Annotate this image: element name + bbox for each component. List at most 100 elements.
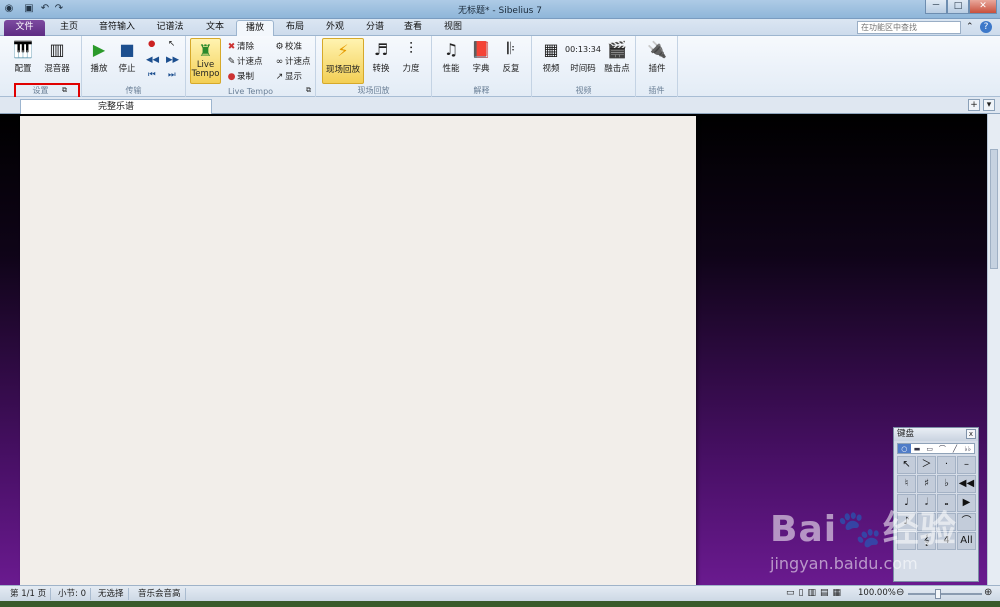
keypad-tab-beams[interactable]: ▭: [923, 444, 936, 453]
view-mode-icons[interactable]: ▭▯▥▤▦: [786, 588, 845, 598]
tab-review[interactable]: 查看: [396, 20, 430, 36]
rewind-start-icon[interactable]: ↖: [168, 39, 175, 49]
keypad-key[interactable]: ＞: [917, 456, 936, 474]
keypad-key[interactable]: ♮: [897, 475, 916, 493]
tab-parts[interactable]: 分谱: [358, 20, 392, 36]
group-video: ▦ 视频 00:13:34 时间码 🎬 融击点 视频: [532, 36, 636, 97]
clear-button[interactable]: ✖ 清除: [226, 40, 254, 52]
score-page[interactable]: [20, 116, 696, 586]
keypad-tabs: ○ ▬ ▭ ⌒ ╱ ♭♭: [897, 443, 975, 454]
clapperboard-icon: 🎬: [607, 39, 627, 59]
record-live-icon: ●: [227, 72, 236, 82]
zoom-level: 100.00%: [858, 588, 896, 598]
keypad-key[interactable]: ♭: [937, 475, 956, 493]
taskbar-strip: [0, 601, 1000, 607]
tab-home[interactable]: 主页: [52, 20, 86, 36]
plug-icon: 🔌: [647, 39, 667, 59]
status-bar-count: 小节: 0: [54, 588, 91, 600]
stop-icon: ■: [119, 39, 135, 59]
stop-button[interactable]: ■ 停止: [110, 38, 144, 75]
tap-point2-button[interactable]: ∞ 计速点: [274, 55, 311, 67]
repeat-button[interactable]: 𝄆 反复: [494, 38, 528, 74]
live-tempo-button[interactable]: ♜ Live Tempo: [190, 38, 221, 84]
live-playback-button[interactable]: ⚡ 现场回放: [322, 38, 364, 84]
minimize-button[interactable]: －: [925, 0, 947, 14]
play-icon: ▶: [92, 39, 106, 59]
zoom-slider-thumb[interactable]: [935, 589, 941, 599]
fast-forward-icon[interactable]: ▶▶: [166, 55, 179, 65]
keypad-key[interactable]: ↖: [897, 456, 916, 474]
transform-icon: ♬: [373, 39, 389, 59]
window-title: 无标题* - Sibelius 7: [458, 6, 542, 16]
keypad-key[interactable]: ♯: [917, 475, 936, 493]
dialog-launcher-icon[interactable]: ⧉: [306, 86, 311, 95]
clear-icon: ✖: [227, 42, 236, 52]
ribbon: 🎹 配置 ▥ 混音器 设置 ⧉ ▶ 播放 ■ 停止 ● ↖ ◀◀ ▶▶ ⏮ ⏭ 传输 ♜…: [0, 36, 1000, 97]
config-button[interactable]: 🎹 配置: [6, 38, 40, 75]
keypad-close-button[interactable]: x: [966, 429, 976, 439]
tab-text[interactable]: 文本: [198, 20, 232, 36]
keypad-key[interactable]: ·: [937, 456, 956, 474]
show-button[interactable]: ↗ 显示: [274, 70, 302, 82]
mixer-button[interactable]: ▥ 混音器: [40, 38, 74, 75]
group-live-playback: ⚡ 现场回放 ♬ 转换 ⫶ 力度 现场回放: [316, 36, 432, 97]
film-icon: ▦: [543, 39, 559, 59]
group-transport: ▶ 播放 ■ 停止 ● ↖ ◀◀ ▶▶ ⏮ ⏭ 传输: [82, 36, 186, 97]
tab-layout[interactable]: 布局: [278, 20, 312, 36]
keypad-tab-accidentals[interactable]: ♭♭: [961, 444, 974, 453]
keypad-title: 键盘: [897, 429, 915, 439]
timecode-button[interactable]: 00:13:34 时间码: [565, 38, 601, 75]
tap-point-button[interactable]: ✎ 计速点: [226, 55, 263, 67]
go-to-end-icon[interactable]: ⏭: [168, 70, 176, 80]
performance-icon: ♫: [443, 39, 459, 59]
link-icon: ∞: [275, 57, 284, 67]
scroll-thumb[interactable]: [990, 149, 998, 269]
dictionary-button[interactable]: 📕 字典: [464, 38, 498, 75]
keypad-key[interactable]: ◀◀: [957, 475, 976, 493]
transform-button[interactable]: ♬ 转换: [364, 38, 398, 75]
zoom-out-icon[interactable]: ⊖: [896, 587, 904, 598]
calibrate-button[interactable]: ⚙校准: [274, 40, 302, 52]
keypad-tab-jazz[interactable]: ╱: [949, 444, 962, 453]
tab-menu-icon[interactable]: ▾: [983, 99, 995, 111]
keypad-tab-notes[interactable]: ▬: [911, 444, 924, 453]
plugins-button[interactable]: 🔌 插件: [640, 38, 674, 75]
close-button[interactable]: ✕: [969, 0, 997, 14]
status-selection: 无选择: [94, 588, 129, 600]
tab-notations[interactable]: 记谱法: [148, 20, 192, 36]
lightning-icon: ⚡: [337, 40, 349, 60]
tab-file[interactable]: 文件: [4, 20, 45, 36]
dynamics-button[interactable]: ⫶ 力度: [394, 38, 428, 74]
watermark: Bai🐾经验 jingyan.baidu.com: [770, 500, 990, 582]
keypad-tab-common[interactable]: ○: [898, 444, 911, 453]
tab-play[interactable]: 播放: [236, 20, 274, 36]
hitpoint-button[interactable]: 🎬 融击点: [600, 38, 634, 75]
zoom-in-icon[interactable]: ⊕: [984, 587, 992, 598]
rewind-icon[interactable]: ◀◀: [146, 55, 159, 65]
help-icon[interactable]: ?: [980, 21, 992, 33]
keypad-key[interactable]: –: [957, 456, 976, 474]
record-icon[interactable]: ●: [148, 39, 155, 49]
keypad-tab-articulations[interactable]: ⌒: [936, 444, 949, 453]
record-live-button[interactable]: ● 录制: [226, 70, 254, 82]
group-label-transport: 传输: [125, 86, 142, 95]
ribbon-search-input[interactable]: [857, 21, 961, 34]
maximize-button[interactable]: □: [947, 0, 969, 14]
tab-note-input[interactable]: 音符输入: [92, 20, 142, 36]
timecode-icon: 00:13:34: [565, 44, 601, 54]
ribbon-minimize-icon[interactable]: ⌃: [966, 22, 974, 32]
video-button[interactable]: ▦ 视频: [534, 38, 568, 75]
tab-view[interactable]: 视图: [436, 20, 470, 36]
go-to-start-icon[interactable]: ⏮: [148, 70, 156, 80]
tab-full-score[interactable]: 完整乐谱: [20, 99, 212, 114]
watermark-logo: Bai🐾经验: [770, 509, 957, 550]
group-label-interpretation: 解释: [473, 86, 490, 95]
dynamics-icon: ⫶: [408, 39, 413, 58]
status-bar: 第 1/1 页 小节: 0 无选择 音乐会音高 ▭▯▥▤▦ 100.00% ⊖ …: [0, 585, 1000, 601]
show-icon: ↗: [275, 72, 284, 82]
tab-appearance[interactable]: 外观: [318, 20, 352, 36]
add-tab-icon[interactable]: +: [968, 99, 980, 111]
zoom-slider[interactable]: [908, 593, 982, 595]
performance-button[interactable]: ♫ 性能: [434, 38, 468, 75]
group-label-plugins: 插件: [648, 86, 665, 95]
